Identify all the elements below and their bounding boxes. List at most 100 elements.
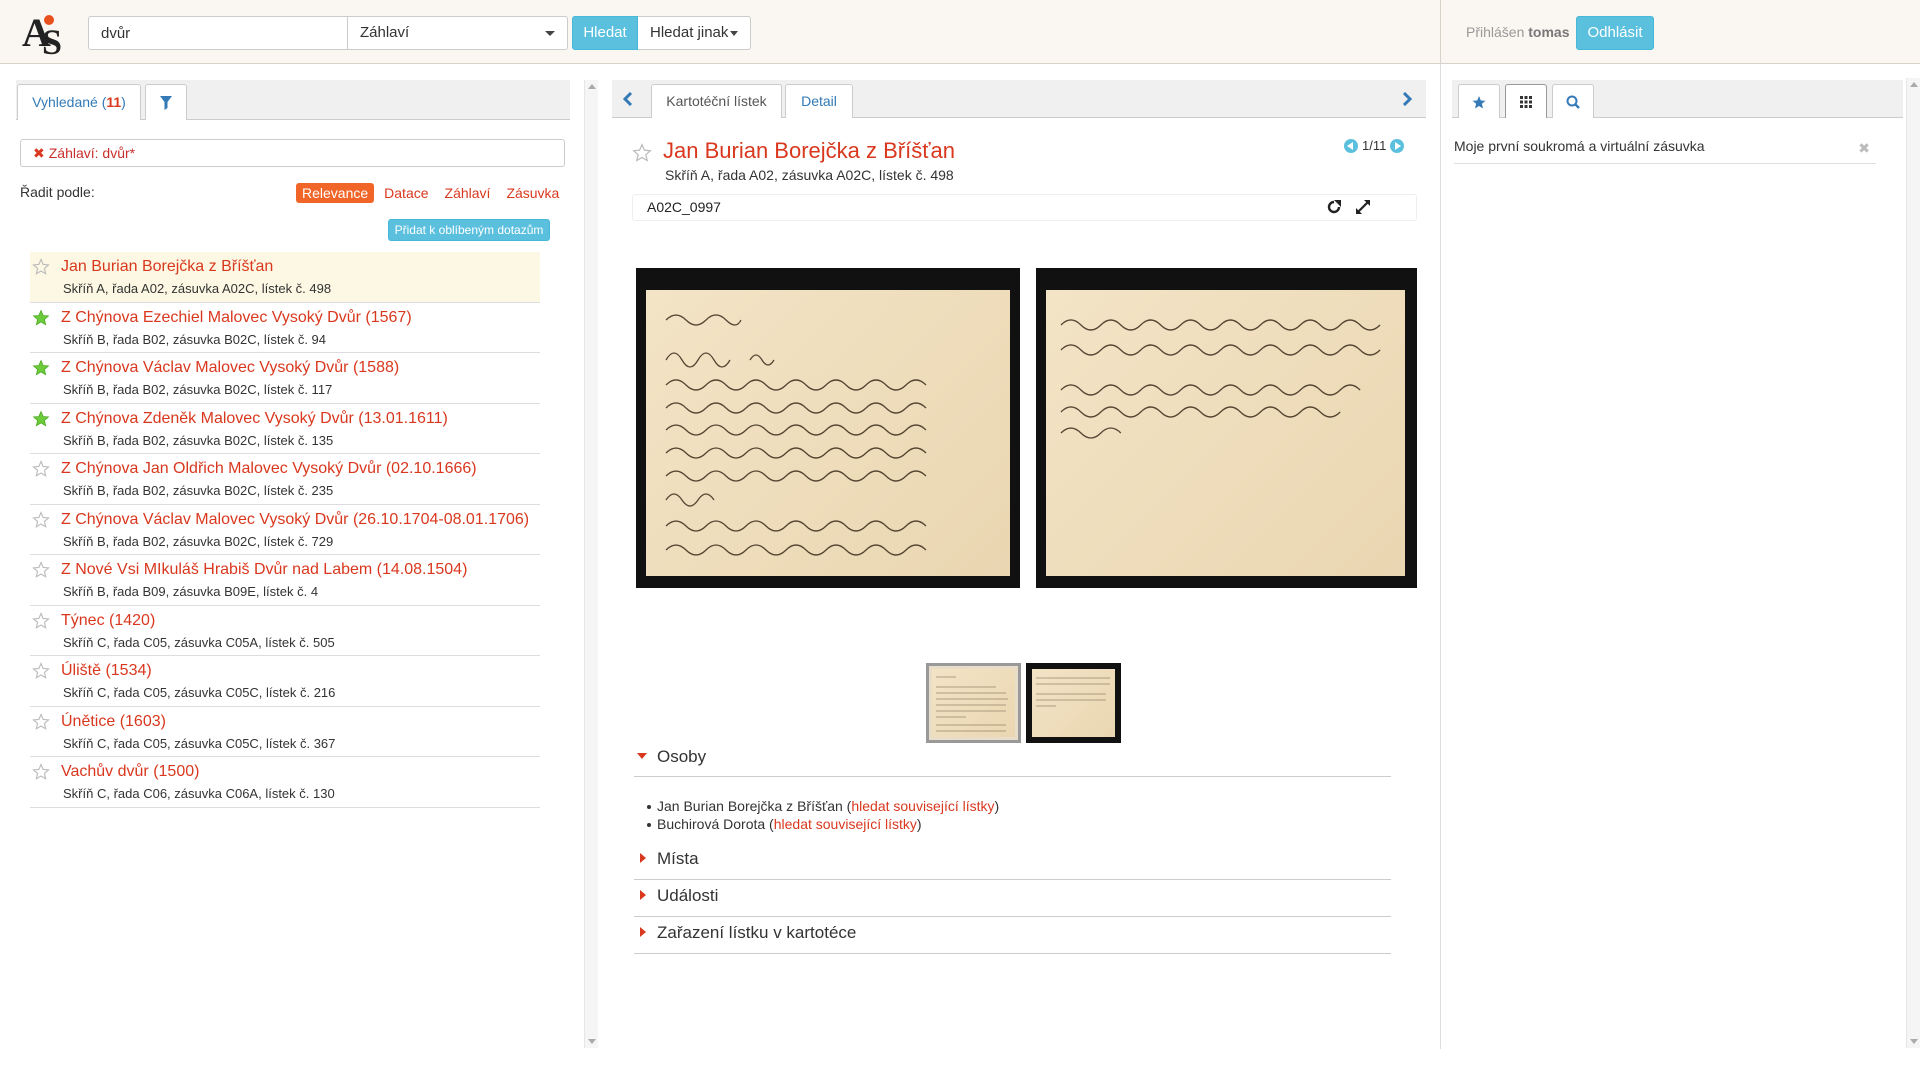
app-logo[interactable]: A S <box>20 6 72 62</box>
related-cards-link[interactable]: hledat související lístky <box>851 798 994 814</box>
section-places[interactable]: Místa <box>634 843 1391 880</box>
result-location: Skříň C, řada C05, zásuvka C05C, lístek … <box>63 685 336 700</box>
result-row[interactable]: Z Nové Vsi MIkuláš Hrabiš Dvůr nad Labem… <box>30 555 540 606</box>
result-title[interactable]: Z Chýnova Ezechiel Malovec Vysoký Dvůr (… <box>61 309 412 327</box>
tab-search[interactable] <box>1552 84 1594 118</box>
section-events[interactable]: Události <box>634 880 1391 917</box>
star-filled-icon[interactable] <box>32 309 50 327</box>
search-button[interactable]: Hledat <box>572 16 638 50</box>
result-title[interactable]: Z Chýnova Zdeněk Malovec Vysoký Dvůr (13… <box>61 410 448 428</box>
scroll-up-icon[interactable] <box>1910 82 1918 87</box>
card-thumbnail-2[interactable] <box>1026 663 1121 743</box>
star-outline-icon[interactable] <box>32 763 50 781</box>
previous-card-icon[interactable] <box>1344 138 1358 153</box>
tab-drawers[interactable] <box>1505 84 1547 118</box>
result-location: Skříň B, řada B02, zásuvka B02C, lístek … <box>63 432 334 448</box>
person-name: Buchirová Dorota <box>657 816 766 832</box>
column-divider <box>1440 64 1441 1049</box>
tab-found-results[interactable]: Vyhledané (11) <box>17 84 141 120</box>
star-filled-icon[interactable] <box>32 359 50 377</box>
section-classification[interactable]: Zařazení lístku v kartotéce <box>634 917 1391 954</box>
card-code: A02C_0997 <box>647 199 721 215</box>
chevron-down-icon <box>730 31 738 36</box>
star-outline-icon[interactable] <box>32 712 50 731</box>
tab-index-card[interactable]: Kartotéční lístek <box>651 84 782 118</box>
search-field-select[interactable]: Záhlaví <box>348 16 568 50</box>
tab-detail[interactable]: Detail <box>785 84 853 118</box>
list-item: Buchirová Dorota (hledat související lís… <box>647 815 999 833</box>
star-outline-icon[interactable] <box>32 460 50 478</box>
logout-button[interactable]: Odhlásit <box>1576 16 1654 50</box>
sort-drawer[interactable]: Zásuvka <box>500 183 565 203</box>
card-front-image[interactable] <box>636 268 1020 588</box>
result-location: Skříň C, řada C06, zásuvka C06A, lístek … <box>63 786 335 801</box>
result-title[interactable]: Jan Burian Borejčka z Bříšťan <box>61 258 273 276</box>
result-title[interactable]: Z Chýnova Václav Malovec Vysoký Dvůr (26… <box>61 511 529 529</box>
tab-favorites[interactable] <box>1458 84 1500 118</box>
star-outline-icon[interactable] <box>32 258 50 276</box>
scroll-down-icon[interactable] <box>588 1039 596 1044</box>
caret-right-icon <box>640 853 646 863</box>
virtual-drawer-item[interactable]: Moje první soukromá a virtuální zásuvka … <box>1454 136 1876 164</box>
result-row[interactable]: Z Chýnova Zdeněk Malovec Vysoký Dvůr (13… <box>30 404 540 454</box>
star-icon <box>1472 96 1486 109</box>
add-favorite-query-button[interactable]: Přidat k oblíbeným dotazům <box>388 219 550 241</box>
fullscreen-icon[interactable] <box>1355 199 1371 215</box>
left-panel-scrollbar[interactable] <box>584 80 598 1048</box>
related-cards-link[interactable]: hledat související lístky <box>774 816 917 832</box>
active-filter-chip[interactable]: ✖ Záhlaví: dvůr* <box>20 139 565 167</box>
next-card-icon[interactable] <box>1390 138 1405 153</box>
section-places-title: Místa <box>657 849 699 868</box>
scroll-down-icon[interactable] <box>1910 1039 1918 1044</box>
result-location: Skříň B, řada B02, zásuvka B02C, lístek … <box>63 533 334 549</box>
result-location: Skříň B, řada B09, zásuvka B09E, lístek … <box>63 584 319 599</box>
search-icon <box>1566 95 1580 109</box>
result-location: Skříň C, řada C05, zásuvka C05A, lístek … <box>63 634 335 650</box>
open-external-icon[interactable] <box>1326 199 1342 215</box>
previous-arrow-icon[interactable] <box>622 92 634 106</box>
result-title[interactable]: Z Nové Vsi MIkuláš Hrabiš Dvůr nad Labem… <box>61 561 467 579</box>
card-back-image[interactable] <box>1036 268 1417 588</box>
result-row[interactable]: Úliště (1534) Skříň C, řada C05, zásuvka … <box>30 656 540 707</box>
star-outline-icon[interactable] <box>32 510 50 529</box>
search-input[interactable] <box>88 16 348 50</box>
result-title[interactable]: Z Chýnova Jan Oldřich Malovec Vysoký Dvů… <box>61 460 477 478</box>
next-arrow-icon[interactable] <box>1401 92 1413 106</box>
remove-filter-icon[interactable]: ✖ <box>33 145 45 161</box>
result-title[interactable]: Týnec (1420) <box>61 612 155 630</box>
favorite-star-icon[interactable] <box>632 143 652 163</box>
result-row[interactable]: Jan Burian Borejčka z Bříšťan Skříň A, řa… <box>30 252 540 303</box>
card-code-bar <box>632 194 1417 221</box>
result-row[interactable]: Z Chýnova Ezechiel Malovec Vysoký Dvůr (… <box>30 303 540 353</box>
section-classification-title: Zařazení lístku v kartotéce <box>657 923 857 942</box>
result-row[interactable]: Z Chýnova Václav Malovec Vysoký Dvůr (15… <box>30 353 540 404</box>
sort-relevance[interactable]: Relevance <box>296 183 375 203</box>
star-outline-icon[interactable] <box>32 561 50 579</box>
result-row[interactable]: Vachův dvůr (1500) Skříň C, řada C06, zás… <box>30 757 540 808</box>
result-row[interactable]: Z Chýnova Jan Oldřich Malovec Vysoký Dvů… <box>30 454 540 505</box>
result-title[interactable]: Úliště (1534) <box>61 662 152 680</box>
sort-dating[interactable]: Datace <box>378 183 434 203</box>
result-title[interactable]: Vachův dvůr (1500) <box>61 763 199 781</box>
card-title: Jan Burian Borejčka z Bříšťan <box>663 138 955 163</box>
close-icon[interactable]: ✖ <box>1858 140 1870 157</box>
section-persons[interactable]: Osoby <box>634 744 1391 777</box>
star-filled-icon[interactable] <box>32 410 50 428</box>
right-panel-scrollbar[interactable] <box>1906 78 1920 1048</box>
thumbnail-paper <box>1032 669 1115 737</box>
search-other-button[interactable]: Hledat jinak <box>638 16 751 50</box>
result-title[interactable]: Z Chýnova Václav Malovec Vysoký Dvůr (15… <box>61 359 399 377</box>
result-row[interactable]: Únětice (1603) Skříň C, řada C05, zásuvka… <box>30 707 540 757</box>
result-row[interactable]: Týnec (1420) Skříň C, řada C05, zásuvka C… <box>30 606 540 656</box>
virtual-drawer-label: Moje první soukromá a virtuální zásuvka <box>1454 138 1705 154</box>
result-title[interactable]: Únětice (1603) <box>61 713 166 731</box>
sort-header[interactable]: Záhlaví <box>439 183 497 203</box>
search-field-select-value: Záhlaví <box>360 24 410 41</box>
star-outline-icon[interactable] <box>32 662 50 680</box>
tab-filter[interactable] <box>145 84 187 120</box>
card-thumbnail-1[interactable] <box>926 663 1021 743</box>
sort-options: Relevance Datace Záhlaví Zásuvka <box>296 182 565 204</box>
scroll-up-icon[interactable] <box>588 84 596 89</box>
result-row[interactable]: Z Chýnova Václav Malovec Vysoký Dvůr (26… <box>30 505 540 555</box>
star-outline-icon[interactable] <box>32 611 50 630</box>
